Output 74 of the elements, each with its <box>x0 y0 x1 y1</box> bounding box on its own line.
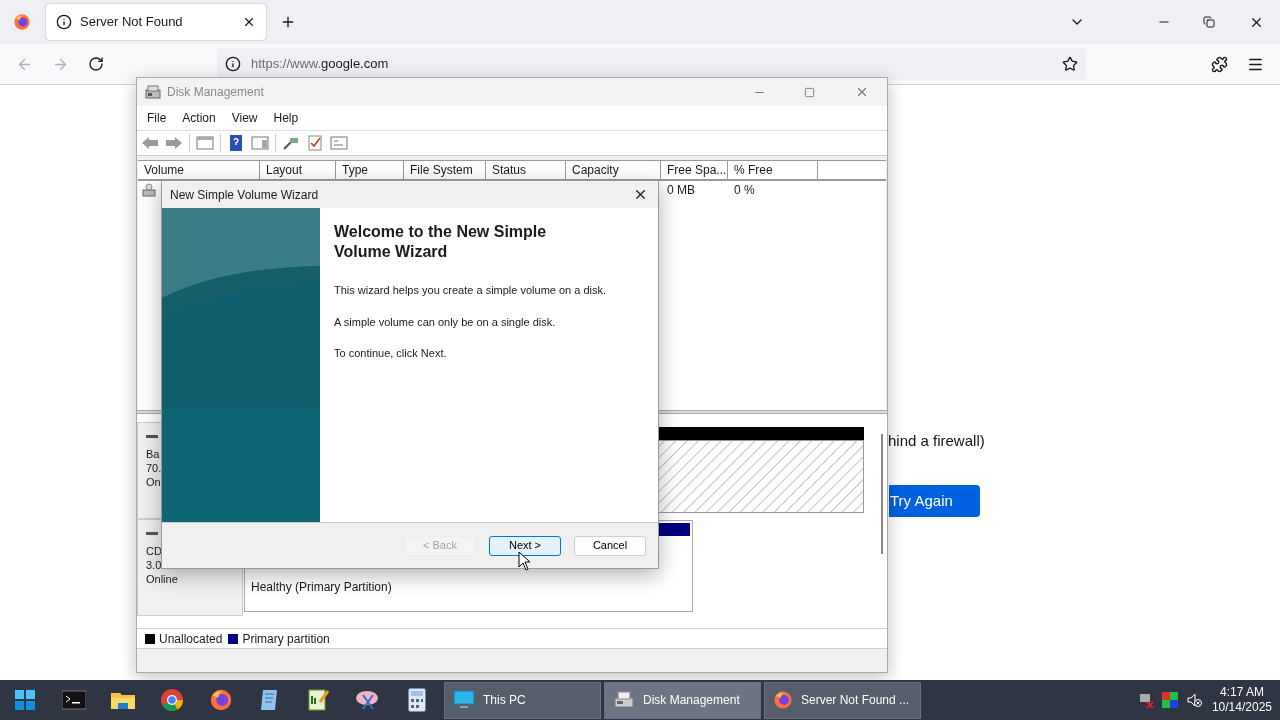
firefox-icon <box>208 688 233 712</box>
network-icon[interactable] <box>1137 692 1154 708</box>
restore-icon[interactable] <box>1203 16 1215 28</box>
monitor-icon <box>453 690 475 710</box>
info-icon <box>56 14 72 30</box>
reload-icon[interactable] <box>88 56 104 72</box>
editor-icon[interactable] <box>307 688 330 712</box>
taskbar-window-button[interactable]: Disk Management <box>604 681 761 719</box>
wizard-button[interactable]: Next > <box>489 535 561 556</box>
checklist-icon[interactable] <box>306 135 324 151</box>
menu-item[interactable]: View <box>223 109 266 127</box>
forward-arrow-icon[interactable] <box>165 135 183 151</box>
chrome-icon[interactable] <box>159 688 184 712</box>
column-header[interactable]: Volume <box>138 161 260 179</box>
help-icon[interactable] <box>227 135 245 151</box>
dialog-title: New Simple Volume Wizard <box>170 186 319 204</box>
address-bar[interactable]: https://www.google.com <box>217 48 1086 80</box>
extensions-icon[interactable] <box>1211 55 1228 73</box>
color-display-icon[interactable] <box>1161 692 1178 708</box>
error-message: hind a firewall) <box>888 431 985 451</box>
column-header[interactable]: Status <box>486 161 566 179</box>
disk-management-icon <box>145 85 161 99</box>
new-tab-icon[interactable] <box>280 14 296 30</box>
volume-icon <box>142 183 156 197</box>
wizard-text: This wizard helps you create a simple volume on a disk. <box>334 283 608 298</box>
disk-info: Ba <box>146 447 161 461</box>
wizard-heading: Welcome to the New Simple Volume Wizard <box>334 222 548 262</box>
column-header[interactable]: File System <box>404 161 486 179</box>
legend-label: Unallocated <box>159 630 223 648</box>
firefox-icon <box>773 690 793 710</box>
close-tab-icon[interactable] <box>242 15 256 29</box>
back-arrow-icon[interactable] <box>141 135 159 151</box>
bookmark-star-icon[interactable] <box>1062 56 1078 72</box>
firefox-icon <box>13 13 31 31</box>
scrollbar-thumb[interactable] <box>881 434 883 554</box>
wizard-button[interactable]: Cancel <box>574 535 646 556</box>
column-header[interactable]: Capacity <box>566 161 661 179</box>
cursor-icon <box>518 551 531 571</box>
notepad-icon[interactable] <box>259 688 280 712</box>
taskbar-window-button[interactable]: This PC <box>444 681 601 719</box>
disk-drive-icon <box>613 690 635 710</box>
clock[interactable]: 4:17 AM 10/14/2025 <box>1211 685 1272 715</box>
column-header[interactable]: % Free <box>728 161 818 179</box>
disk-info: CD <box>146 544 163 558</box>
snipping-tool-icon[interactable] <box>354 689 381 711</box>
menu-item[interactable]: Action <box>174 109 224 127</box>
disk-info: 70. <box>146 461 163 475</box>
menu-item[interactable]: Help <box>265 109 307 127</box>
start-icon[interactable] <box>13 689 36 711</box>
wizard-text: A simple volume can only be on a single disk. <box>334 314 557 330</box>
muted-speaker-icon[interactable] <box>1185 692 1202 708</box>
maximize-icon[interactable] <box>804 86 815 98</box>
info-icon <box>225 56 241 72</box>
disk-info: On <box>146 475 162 489</box>
column-header[interactable]: Free Spa... <box>661 161 728 179</box>
try-again-button[interactable]: Try Again <box>889 485 980 517</box>
disk-info: 3.0 <box>146 558 163 572</box>
close-icon[interactable] <box>633 187 648 202</box>
window-title: Disk Management <box>167 84 264 101</box>
wizard-text: To continue, click Next. <box>334 346 448 361</box>
calculator-icon[interactable] <box>407 688 426 712</box>
taskbar-window-button[interactable]: Server Not Found ... <box>764 681 921 719</box>
table-cell-text: 0 MB <box>666 182 696 199</box>
partition-status: Healthy (Primary Partition) <box>251 579 393 596</box>
connect-icon[interactable] <box>282 135 300 151</box>
column-header[interactable]: Type <box>336 161 404 179</box>
terminal-icon[interactable] <box>61 690 86 710</box>
table-cell-text: 0 % <box>733 182 756 199</box>
legend-label: Primary partition <box>242 630 330 648</box>
folder-icon[interactable] <box>110 690 135 710</box>
column-header[interactable]: Layout <box>260 161 336 179</box>
menu-item[interactable]: File <box>139 109 175 127</box>
browser-tab[interactable]: Server Not Found <box>46 4 266 40</box>
disk-info: Online <box>146 572 179 586</box>
